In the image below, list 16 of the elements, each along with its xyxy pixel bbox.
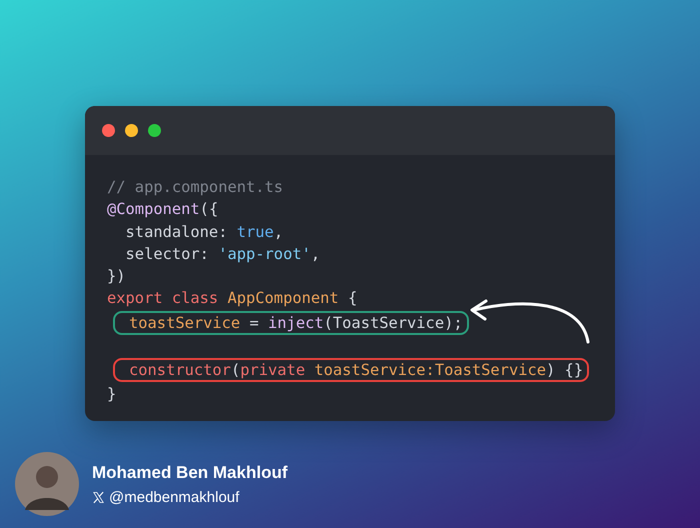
author-handle[interactable]: @medbenmakhlouf (109, 488, 240, 506)
code-line: } (107, 384, 116, 405)
code-line: export class AppComponent { (107, 288, 358, 310)
code-line: selector: 'app-root', (124, 244, 320, 265)
window-control-dot[interactable] (125, 124, 138, 137)
code-line: toastService = inject(ToastService); (113, 310, 469, 335)
x-logo-icon (92, 490, 105, 504)
code-line: }) (107, 266, 126, 288)
code-line: standalone: true, (124, 222, 284, 243)
window-control-dot[interactable] (148, 124, 161, 137)
code-line: // app.component.ts (107, 177, 284, 198)
code-line: constructor(private toastService:ToastService) {} (113, 358, 590, 382)
window-control-dot[interactable] (102, 124, 115, 137)
avatar-placeholder (15, 452, 79, 516)
code-line: @Component({ (107, 199, 218, 220)
author-name: Mohamed Ben Makhlouf (92, 462, 288, 482)
